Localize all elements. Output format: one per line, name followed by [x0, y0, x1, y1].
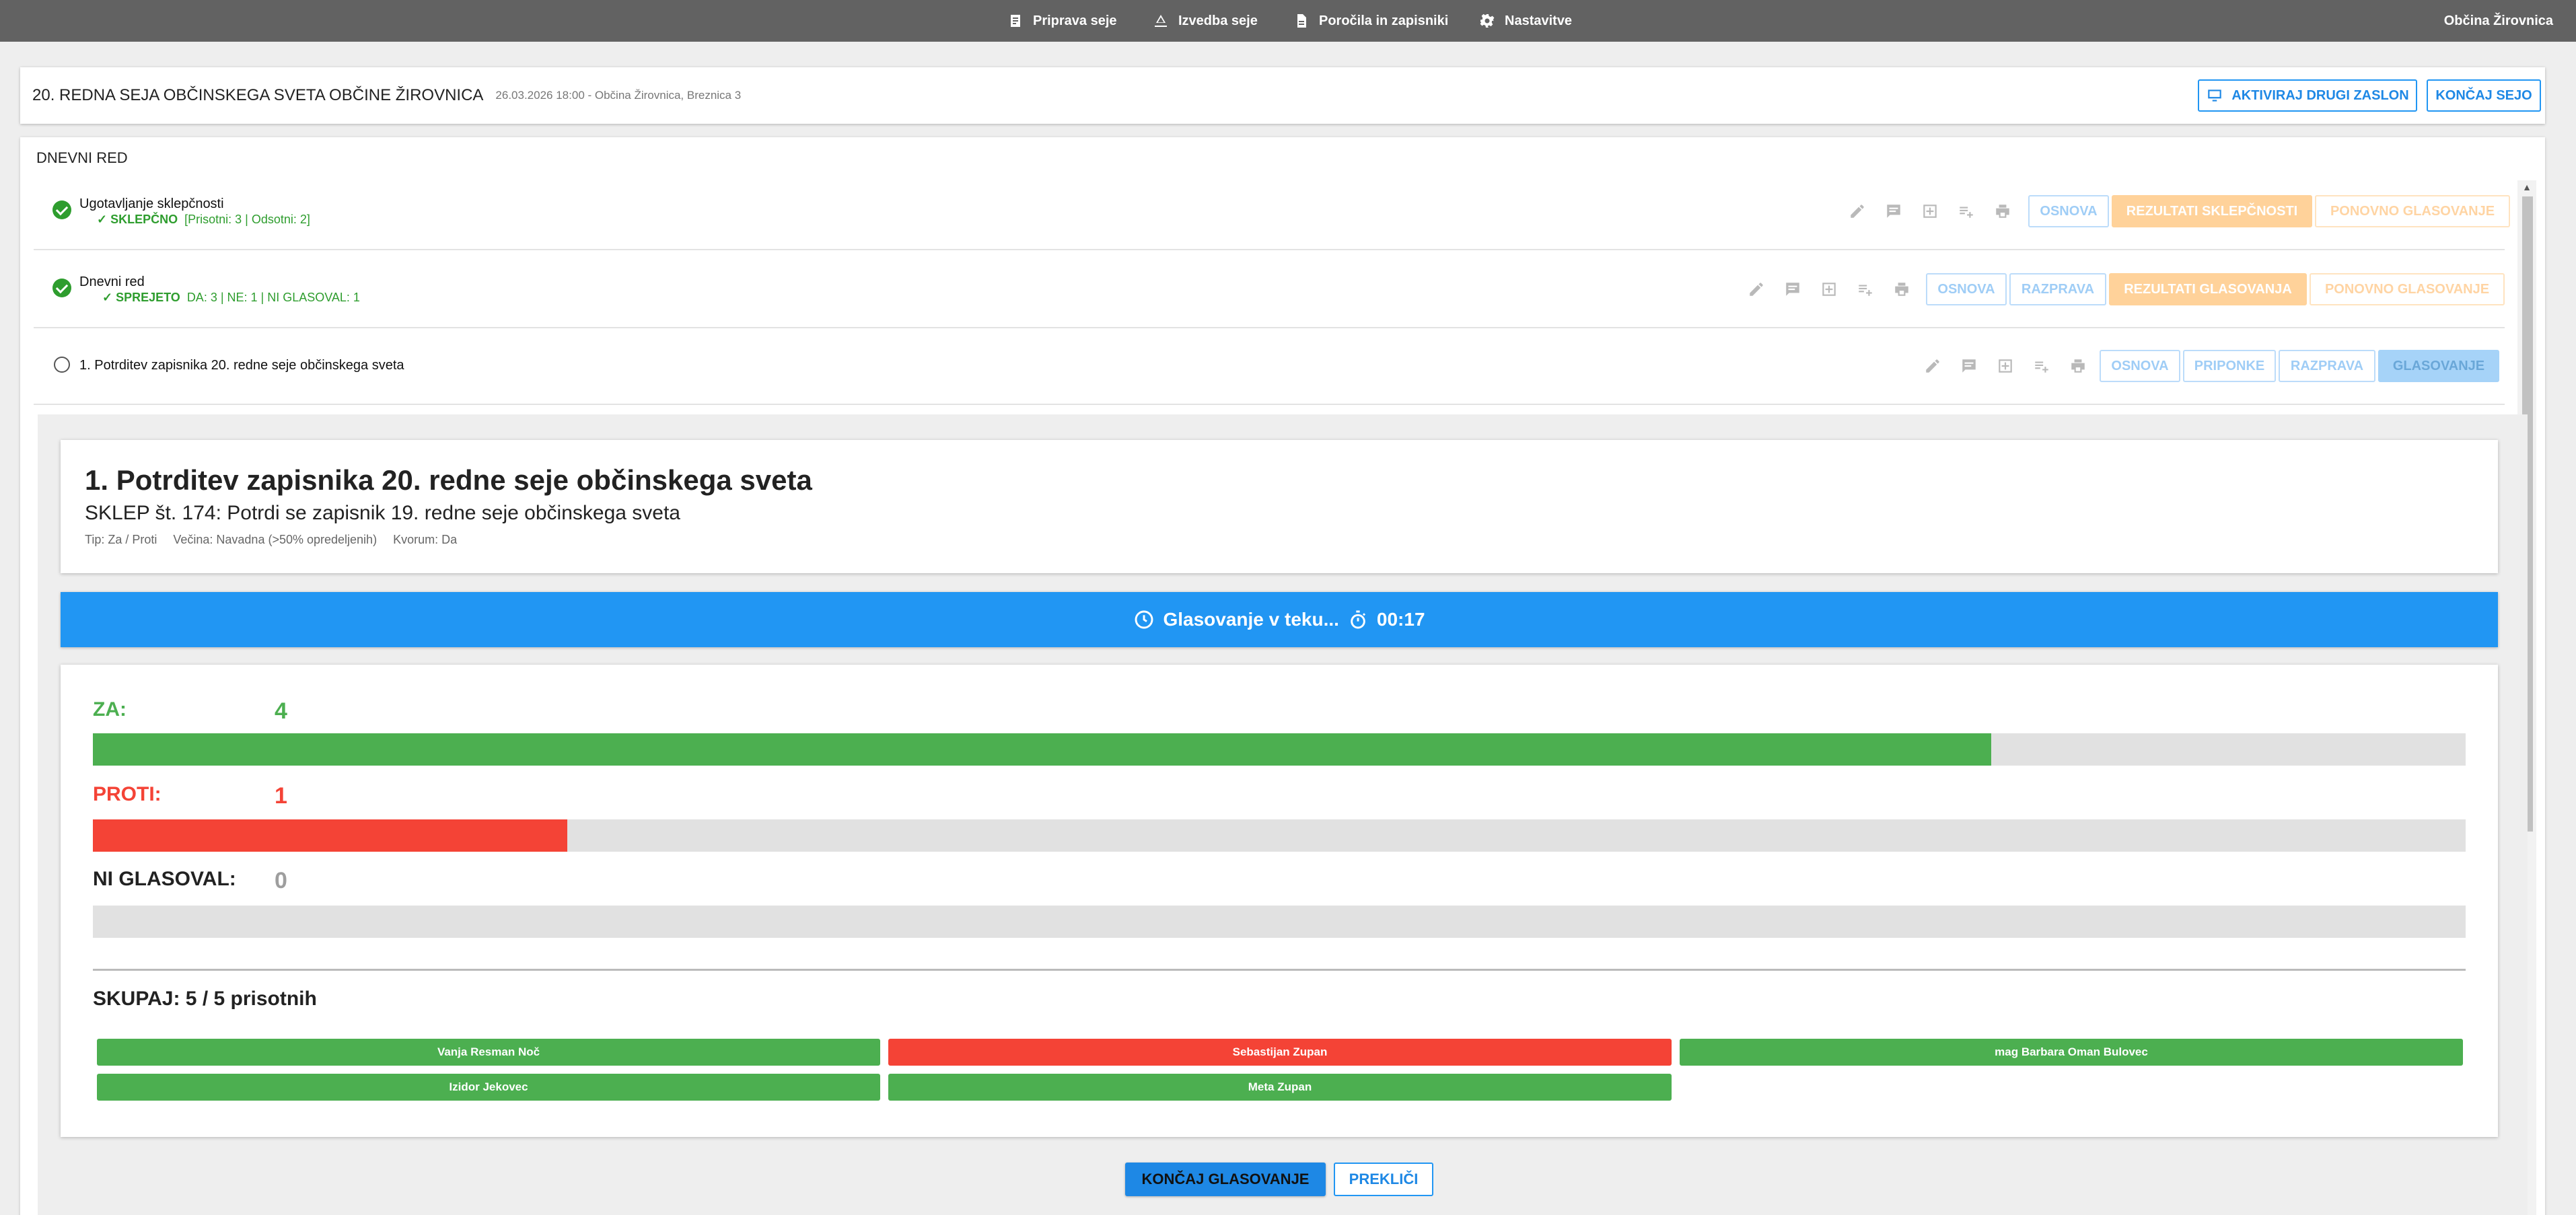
nav-porocila-zapisniki[interactable]: Poročila in zapisniki	[1293, 0, 1448, 42]
agenda-item-potrditev-zapisnika[interactable]: 1. Potrditev zapisnika 20. redne seje ob…	[34, 328, 2505, 405]
print-icon[interactable]	[2067, 355, 2089, 377]
status-label: ✓ SKLEPČNO	[97, 213, 178, 226]
edit-icon[interactable]	[1922, 355, 1943, 377]
detail-title: 1. Potrditev zapisnika 20. redne seje ob…	[85, 464, 812, 496]
against-count: 1	[275, 783, 287, 809]
quorum-results-button[interactable]: REZULTATI SKLEPČNOSTI	[2112, 195, 2312, 227]
nav-priprava-seje[interactable]: Priprava seje	[1007, 0, 1117, 42]
voter-chip: Meta Zupan	[888, 1074, 1672, 1101]
for-progress-fill	[93, 733, 1991, 766]
comment-icon[interactable]	[1958, 355, 1980, 377]
agenda-detail-card: 1. Potrditev zapisnika 20. redne seje ob…	[61, 440, 2498, 573]
status-detail: [Prisotni: 3 | Odsotni: 2]	[184, 213, 310, 226]
voter-chip: mag Barbara Oman Bulovec	[1680, 1039, 2463, 1066]
divider	[93, 969, 2466, 971]
voting-results-card: ZA: 4 PROTI: 1 NI GLASOVAL: 0 SKUPAJ: 5 …	[61, 665, 2498, 1137]
check-circle-icon	[52, 200, 71, 219]
osnova-button[interactable]: OSNOVA	[2100, 350, 2180, 382]
for-progress-track	[93, 733, 2466, 766]
agenda-item-sklepcnost[interactable]: Ugotavljanje sklepčnosti ✓ SKLEPČNO [Pri…	[34, 174, 2510, 250]
revote-button[interactable]: PONOVNO GLASOVANJE	[2310, 273, 2505, 305]
razprava-button[interactable]: RAZPRAVA	[2009, 273, 2106, 305]
voting-timer: 00:17	[1376, 609, 1425, 630]
agenda-item-title: Ugotavljanje sklepčnosti	[79, 196, 224, 211]
edit-icon[interactable]	[1847, 200, 1868, 222]
cancel-button[interactable]: PREKLIČI	[1334, 1163, 1433, 1196]
voter-chip: Sebastijan Zupan	[888, 1039, 1672, 1066]
gavel-icon	[1155, 15, 1167, 27]
file-icon	[1297, 14, 1306, 28]
edit-icon[interactable]	[1746, 279, 1767, 300]
row-actions	[1847, 174, 2013, 249]
row-actions	[1922, 328, 2089, 404]
playlist-add-icon[interactable]	[1855, 279, 1876, 300]
document-list-icon	[1011, 15, 1020, 27]
row-actions	[1746, 252, 1912, 327]
not-voted-progress-track	[93, 906, 2466, 938]
osnova-button[interactable]: OSNOVA	[2028, 195, 2109, 227]
session-header: 20. REDNA SEJA OBČINSKEGA SVETA OBČINE Ž…	[20, 67, 2545, 124]
against-progress-fill	[93, 819, 568, 852]
timer-icon	[1351, 610, 1365, 629]
print-icon[interactable]	[1992, 200, 2013, 222]
end-session-button[interactable]: KONČAJ SEJO	[2427, 79, 2541, 112]
gear-icon	[1480, 13, 1495, 28]
activate-second-screen-label: AKTIVIRAJ DRUGI ZASLON	[2231, 87, 2409, 103]
add-box-icon[interactable]	[1995, 355, 2016, 377]
not-voted-count: 0	[275, 868, 287, 893]
agenda-item-dnevni-red[interactable]: Dnevni red ✓ SPREJETO DA: 3 | NE: 1 | NI…	[34, 252, 2505, 328]
clock-icon	[1135, 610, 1153, 629]
majority-rule: Večina: Navadna (>50% opredeljenih)	[173, 533, 378, 546]
vote-type: Tip: Za / Proti	[85, 533, 157, 546]
status-detail: DA: 3 | NE: 1 | NI GLASOVAL: 1	[186, 291, 360, 304]
agenda-item-status: ✓ SPREJETO DA: 3 | NE: 1 | NI GLASOVAL: …	[102, 291, 360, 305]
nav-label: Priprava seje	[1033, 13, 1117, 28]
nav-izvedba-seje[interactable]: Izvedba seje	[1153, 0, 1258, 42]
session-title: 20. REDNA SEJA OBČINSKEGA SVETA OBČINE Ž…	[32, 86, 484, 104]
playlist-add-icon[interactable]	[1956, 200, 1977, 222]
razprava-button[interactable]: RAZPRAVA	[2279, 350, 2375, 382]
comment-icon[interactable]	[1782, 279, 1803, 300]
against-progress-track	[93, 819, 2466, 852]
priponke-button[interactable]: PRIPONKE	[2183, 350, 2276, 382]
session-subtitle: 26.03.2026 18:00 - Občina Žirovnica, Bre…	[495, 89, 742, 102]
not-voted-label: NI GLASOVAL:	[93, 868, 236, 890]
print-icon[interactable]	[1891, 279, 1912, 300]
nav-label: Nastavitve	[1505, 13, 1573, 28]
playlist-add-icon[interactable]	[2031, 355, 2052, 377]
top-navigation-bar: Priprava seje Izvedba seje Poročila in z…	[0, 0, 2576, 42]
agenda-item-title: Dnevni red	[79, 274, 145, 289]
add-box-icon[interactable]	[1919, 200, 1941, 222]
nav-nastavitve[interactable]: Nastavitve	[1479, 0, 1572, 42]
monitor-icon	[2208, 89, 2222, 102]
voting-status: Glasovanje v teku...	[1163, 609, 1339, 630]
quorum-info: Kvorum: Da	[393, 533, 458, 546]
agenda-item-title: 1. Potrditev zapisnika 20. redne seje ob…	[79, 358, 404, 373]
finish-voting-button[interactable]: KONČAJ GLASOVANJE	[1125, 1163, 1326, 1196]
voting-status-bar: Glasovanje v teku... 00:17	[61, 592, 2498, 647]
nav-label: Poročila in zapisniki	[1319, 13, 1449, 28]
voter-chip: Vanja Resman Noč	[97, 1039, 880, 1066]
osnova-button[interactable]: OSNOVA	[1926, 273, 2007, 305]
agenda-item-status: ✓ SKLEPČNO [Prisotni: 3 | Odsotni: 2]	[97, 213, 310, 227]
agenda-heading: DNEVNI RED	[36, 149, 128, 166]
voting-results-button[interactable]: REZULTATI GLASOVANJA	[2109, 273, 2307, 305]
voter-chip: Izidor Jekovec	[97, 1074, 880, 1101]
status-label: ✓ SPREJETO	[102, 291, 180, 304]
revote-button[interactable]: PONOVNO GLASOVANJE	[2315, 195, 2510, 227]
check-circle-icon	[52, 278, 71, 297]
glasovanje-button[interactable]: GLASOVANJE	[2378, 350, 2499, 382]
organization-name: Občina Žirovnica	[2443, 13, 2553, 28]
comment-icon[interactable]	[1883, 200, 1904, 222]
for-label: ZA:	[93, 698, 127, 721]
for-count: 4	[275, 698, 287, 724]
radio-circle-icon	[54, 356, 70, 373]
total-present: SKUPAJ: 5 / 5 prisotnih	[93, 988, 317, 1010]
scroll-up-arrow-icon[interactable]: ▲	[2521, 182, 2533, 195]
nav-label: Izvedba seje	[1178, 13, 1258, 28]
add-box-icon[interactable]	[1818, 279, 1840, 300]
activate-second-screen-button[interactable]: AKTIVIRAJ DRUGI ZASLON	[2198, 79, 2417, 112]
resolution-text: SKLEP št. 174: Potrdi se zapisnik 19. re…	[85, 502, 680, 524]
against-label: PROTI:	[93, 783, 162, 805]
